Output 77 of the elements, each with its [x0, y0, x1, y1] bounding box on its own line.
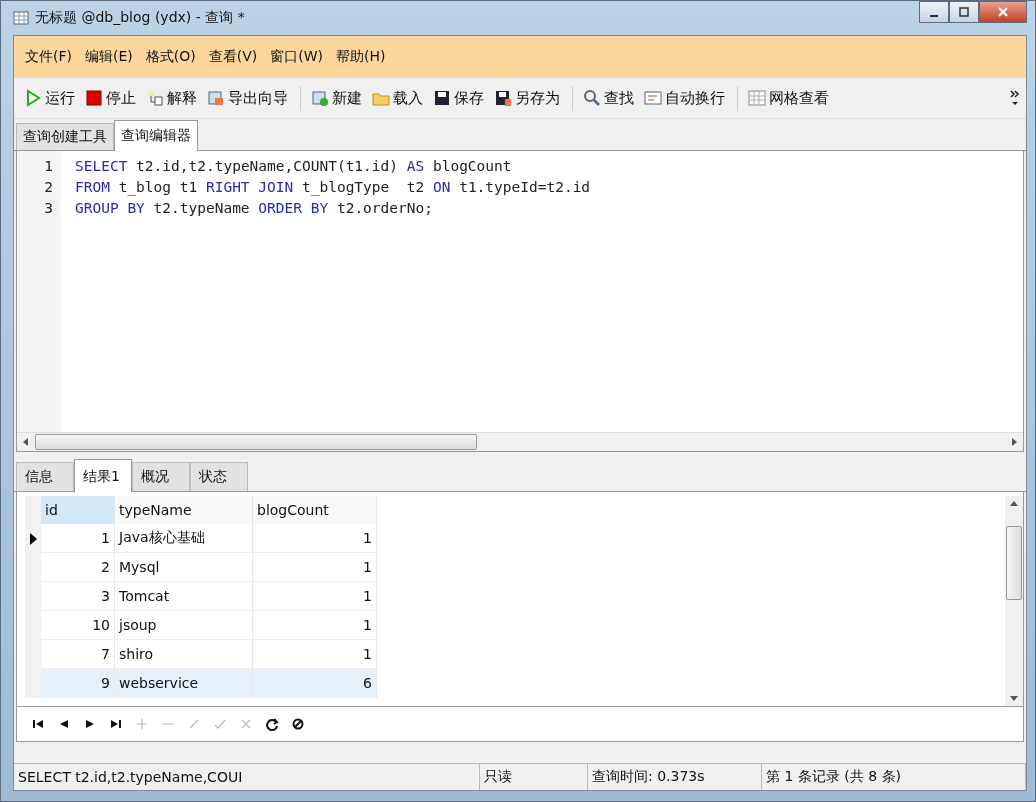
stop-icon[interactable] [291, 717, 305, 731]
table-cell: 9 [41, 669, 115, 698]
table-cell: 6 [253, 669, 377, 698]
close-icon [997, 6, 1009, 18]
minimize-icon [930, 15, 938, 17]
row-header [25, 669, 41, 698]
menu-item[interactable]: 文件(F) [20, 46, 77, 68]
save-as-icon [494, 89, 512, 107]
table-row[interactable]: 1 Java核心基础 1 [25, 524, 377, 553]
scroll-right-icon[interactable] [1010, 438, 1018, 446]
window-title: 无标题 @db_blog (ydx) - 查询 * [35, 9, 245, 27]
result-tab[interactable]: 信息 [16, 462, 74, 491]
horizontal-scrollbar[interactable] [17, 432, 1023, 451]
run-icon [24, 89, 42, 107]
explain-icon [146, 89, 164, 107]
maximize-icon [959, 7, 969, 17]
table-row[interactable]: 3 Tomcat 1 [25, 582, 377, 611]
result-tab[interactable]: 结果1 [74, 459, 132, 492]
status-sql: SELECT t2.id,t2.typeName,COUI [14, 764, 480, 790]
wrap-icon [644, 89, 662, 107]
result-tab[interactable]: 状态 [190, 462, 248, 491]
refresh-icon[interactable] [265, 717, 279, 731]
scroll-down-icon[interactable] [1010, 694, 1018, 702]
sql-editor[interactable]: 1 SELECT t2.id,t2.typeName,COUNT(t1.id) AS blogCount 2 FROM t_blog t1 RIGHT JOIN t_blogType t2 ON t1.typeId=t2.id 3 GROUP BY t2.typeName ORDER BY t2.orderNo; [16, 151, 1024, 452]
line-number: 3 [43, 199, 54, 216]
scroll-left-icon[interactable] [22, 438, 30, 446]
table-row[interactable]: 9 webservice 6 [25, 669, 377, 698]
toolbar-button[interactable]: 新建 [300, 85, 366, 111]
code-line: GROUP BY t2.typeName ORDER BY t2.orderNo; [75, 199, 433, 216]
menu-item[interactable]: 编辑(E) [80, 46, 138, 68]
line-number: 2 [43, 178, 54, 195]
toolbar-button[interactable]: 解释 [142, 85, 201, 111]
menu-item[interactable]: 帮助(H) [331, 46, 391, 68]
status-record: 第 1 条记录 (共 8 条) [762, 764, 1026, 790]
toolbar-button[interactable]: 运行 [20, 85, 79, 111]
save-icon [433, 89, 451, 107]
line-number: 1 [43, 157, 54, 174]
search-icon [583, 89, 601, 107]
stop-icon [85, 89, 103, 107]
result-tab[interactable]: 概况 [132, 462, 190, 491]
toolbar-button[interactable]: 导出向导 [203, 85, 292, 111]
close-button[interactable] [979, 1, 1027, 23]
toolbar-button[interactable]: 网格查看 [737, 85, 833, 111]
scroll-up-icon[interactable] [1010, 500, 1018, 508]
vertical-scrollbar[interactable] [1005, 496, 1023, 706]
table-cell: webservice [115, 669, 253, 698]
editor-tab[interactable]: 查询创建工具 [16, 123, 114, 150]
toolbar-button[interactable]: 查找 [572, 85, 638, 111]
maximize-button[interactable] [949, 1, 979, 23]
toolbar-button[interactable]: 停止 [81, 85, 140, 111]
table-row[interactable]: 7 shiro 1 [25, 640, 377, 669]
toolbar-button[interactable]: 另存为 [490, 85, 564, 111]
export-icon [207, 89, 225, 107]
toolbar-button[interactable]: 载入 [368, 85, 427, 111]
first-icon[interactable] [31, 717, 45, 731]
grid-icon [748, 89, 766, 107]
column-header[interactable]: blogCount [253, 496, 377, 524]
menu-item[interactable]: 格式(O) [140, 46, 201, 68]
table-row[interactable]: 10 jsoup 1 [25, 611, 377, 640]
table-icon [13, 10, 29, 26]
code-line: FROM t_blog t1 RIGHT JOIN t_blogType t2 ON t1.typeId=t2.id [75, 178, 591, 195]
new-icon [311, 89, 329, 107]
column-header[interactable]: typeName [115, 496, 253, 524]
menu-item[interactable]: 窗口(W) [265, 46, 328, 68]
table-row[interactable]: 2 Mysql 1 [25, 553, 377, 582]
row-header [25, 496, 41, 524]
toolbar-button[interactable]: 自动换行 [640, 85, 729, 111]
overflow-chevron-icon[interactable] [1010, 89, 1020, 107]
toolbar-button[interactable]: 保存 [429, 85, 488, 111]
column-header[interactable]: id [41, 496, 115, 524]
last-icon[interactable] [109, 717, 123, 731]
code-line: SELECT t2.id,t2.typeName,COUNT(t1.id) AS blogCount [75, 157, 512, 174]
status-mode: 只读 [480, 764, 588, 790]
minimize-button[interactable] [919, 1, 949, 23]
editor-tab[interactable]: 查询编辑器 [114, 120, 198, 151]
status-time: 查询时间: 0.373s [588, 764, 762, 790]
menu-item[interactable]: 查看(V) [203, 46, 263, 68]
